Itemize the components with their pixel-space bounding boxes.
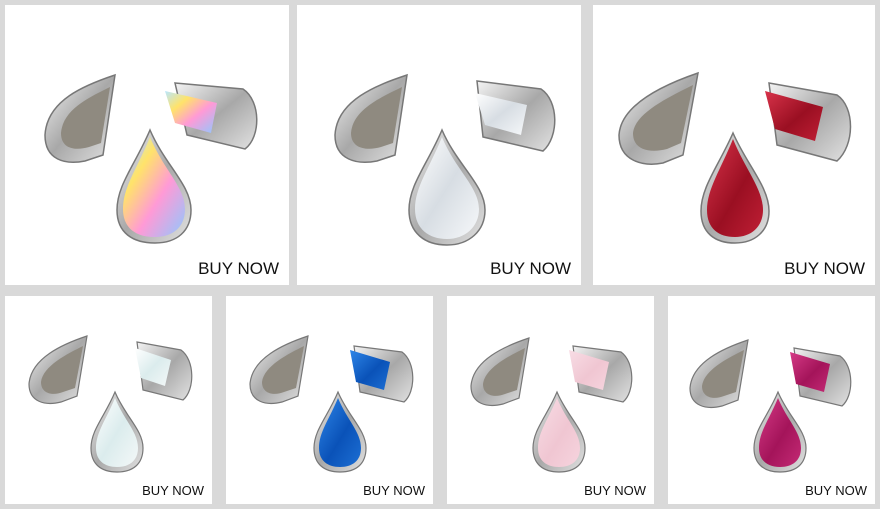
product-tile-1[interactable]: BUY NOW [5,5,289,285]
product-tile-5[interactable]: BUY NOW [226,296,433,504]
rhinestone-image [249,335,414,473]
rhinestone-image [618,71,852,244]
rhinestone-image [334,73,556,246]
buy-now-button[interactable]: BUY NOW [138,483,208,498]
buy-now-button[interactable]: BUY NOW [194,259,283,279]
product-tile-2[interactable]: BUY NOW [297,5,581,285]
product-tile-4[interactable]: BUY NOW [5,296,212,504]
rhinestone-image [689,339,852,473]
buy-now-button[interactable]: BUY NOW [780,259,869,279]
product-tile-3[interactable]: BUY NOW [593,5,875,285]
rhinestone-image [470,337,633,473]
buy-now-button[interactable]: BUY NOW [359,483,429,498]
buy-now-button[interactable]: BUY NOW [486,259,575,279]
rhinestone-image [28,335,193,473]
buy-now-button[interactable]: BUY NOW [580,483,650,498]
rhinestone-image [44,73,258,244]
product-tile-6[interactable]: BUY NOW [447,296,654,504]
buy-now-button[interactable]: BUY NOW [801,483,871,498]
product-tile-7[interactable]: BUY NOW [668,296,875,504]
